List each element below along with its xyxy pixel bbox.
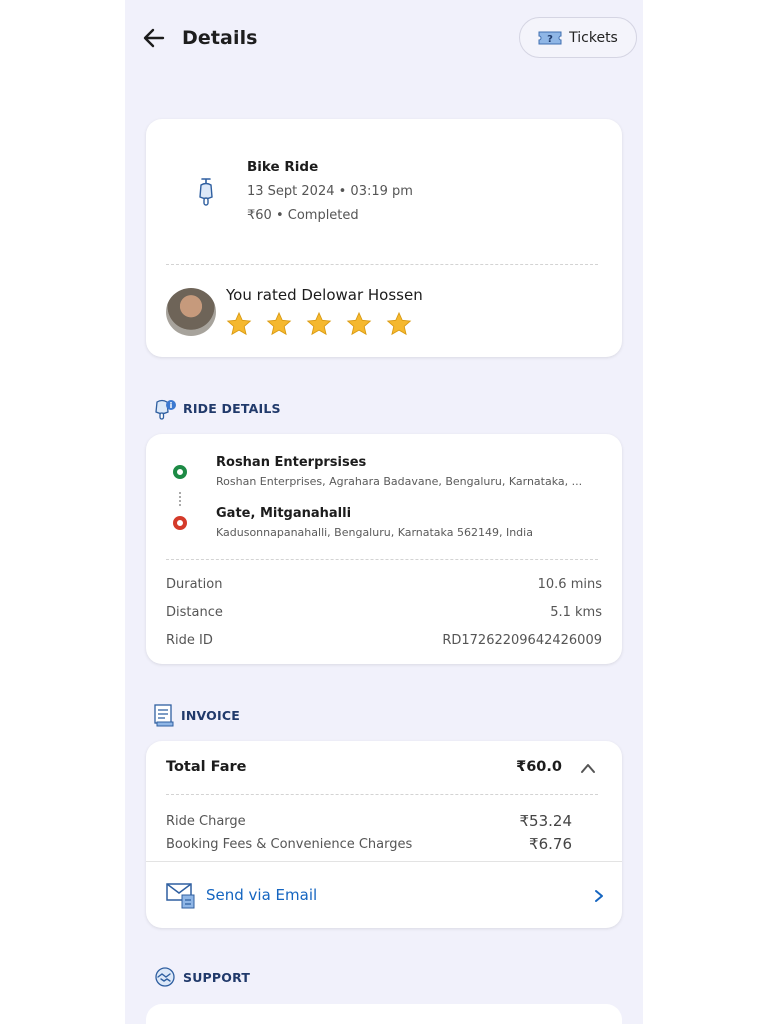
booking-fees-value: ₹6.76 bbox=[529, 835, 572, 853]
star-icon bbox=[266, 311, 292, 336]
ride-id-label: Ride ID bbox=[166, 633, 213, 648]
drop-name: Gate, Mitganahalli bbox=[216, 506, 352, 521]
chevron-right-icon bbox=[595, 890, 603, 902]
ride-date-time: 13 Sept 2024 • 03:19 pm bbox=[247, 184, 413, 199]
ride-fare-status: ₹60 • Completed bbox=[247, 208, 359, 223]
invoice-icon bbox=[154, 704, 174, 727]
dashed-divider bbox=[166, 264, 598, 265]
ticket-icon: ? bbox=[538, 31, 562, 45]
scooter-info-icon: i bbox=[155, 399, 176, 420]
support-header: SUPPORT bbox=[153, 966, 250, 988]
distance-value: 5.1 kms bbox=[550, 605, 602, 620]
ride-details-header: i RIDE DETAILS bbox=[153, 396, 281, 420]
chevron-up-icon[interactable] bbox=[580, 761, 596, 775]
rating-stars bbox=[226, 311, 412, 337]
rating-text: You rated Delowar Hossen bbox=[226, 286, 423, 304]
ride-charge-value: ₹53.24 bbox=[519, 812, 573, 830]
handshake-icon bbox=[155, 967, 175, 987]
ride-id-value: RD17262209642426009 bbox=[442, 633, 602, 648]
dashed-divider bbox=[166, 794, 598, 795]
svg-text:?: ? bbox=[547, 34, 553, 45]
driver-avatar bbox=[166, 288, 216, 336]
total-fare-value: ₹60.0 bbox=[516, 759, 562, 775]
invoice-label: INVOICE bbox=[181, 707, 240, 723]
email-icon bbox=[166, 883, 195, 909]
tickets-button[interactable]: ? Tickets bbox=[519, 17, 637, 58]
drop-dot-icon bbox=[173, 516, 187, 530]
star-icon bbox=[386, 311, 412, 336]
scooter-icon bbox=[199, 178, 213, 206]
duration-label: Duration bbox=[166, 577, 223, 592]
ride-details-card: Roshan Enterprsises Roshan Enterprises, … bbox=[146, 434, 622, 664]
star-icon bbox=[306, 311, 332, 336]
drop-address: Kadusonnapanahalli, Bengaluru, Karnataka… bbox=[216, 526, 533, 539]
invoice-card: Total Fare ₹60.0 Ride Charge ₹53.24 Book… bbox=[146, 741, 622, 928]
support-card bbox=[146, 1004, 622, 1024]
dashed-divider bbox=[166, 559, 598, 560]
ride-summary-card: Bike Ride 13 Sept 2024 • 03:19 pm ₹60 • … bbox=[146, 119, 622, 357]
route-connector bbox=[179, 492, 183, 506]
send-via-email-button[interactable]: Send via Email bbox=[146, 862, 622, 928]
ride-details-label: RIDE DETAILS bbox=[183, 400, 281, 416]
pickup-dot-icon bbox=[173, 465, 187, 479]
total-fare-label: Total Fare bbox=[166, 759, 247, 775]
ride-charge-label: Ride Charge bbox=[166, 814, 246, 829]
star-icon bbox=[226, 311, 252, 336]
screen: Details ? Tickets Bike Ride 13 Sept 2024… bbox=[125, 0, 643, 1024]
back-arrow-icon[interactable] bbox=[141, 25, 167, 51]
ride-type: Bike Ride bbox=[247, 159, 319, 175]
send-via-email-label: Send via Email bbox=[206, 886, 318, 904]
invoice-header: INVOICE bbox=[153, 703, 240, 727]
distance-label: Distance bbox=[166, 605, 223, 620]
svg-text:i: i bbox=[170, 401, 173, 410]
star-icon bbox=[346, 311, 372, 336]
pickup-name: Roshan Enterprsises bbox=[216, 455, 367, 470]
duration-value: 10.6 mins bbox=[537, 577, 602, 592]
support-label: SUPPORT bbox=[183, 969, 251, 985]
pickup-address: Roshan Enterprises, Agrahara Badavane, B… bbox=[216, 475, 583, 488]
tickets-label: Tickets bbox=[569, 29, 618, 46]
page-title: Details bbox=[182, 27, 258, 49]
booking-fees-label: Booking Fees & Convenience Charges bbox=[166, 837, 413, 852]
